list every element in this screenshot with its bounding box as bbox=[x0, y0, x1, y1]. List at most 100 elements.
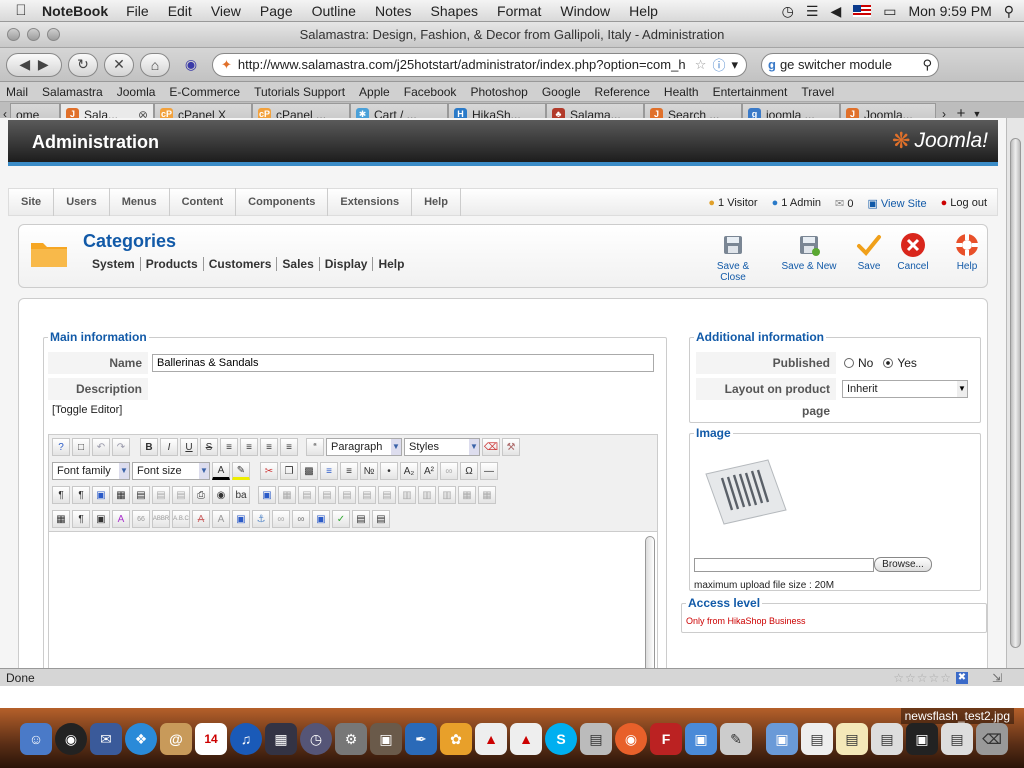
blockquote-icon[interactable]: “ bbox=[306, 438, 324, 456]
editor-content-area[interactable] bbox=[49, 531, 657, 668]
submenu-customers[interactable]: Customers bbox=[204, 257, 278, 271]
editor-help-icon[interactable]: ? bbox=[52, 438, 70, 456]
unlink-icon[interactable]: ∞ bbox=[292, 510, 310, 528]
align-left-icon[interactable]: ≡ bbox=[220, 438, 238, 456]
back-forward-buttons[interactable]: ◀ ▶ bbox=[6, 52, 62, 77]
anchor-icon[interactable]: ⚓ bbox=[252, 510, 270, 528]
replace-icon[interactable]: ≡ bbox=[340, 462, 358, 480]
bookmark-photoshop[interactable]: Photoshop bbox=[470, 85, 527, 99]
italic-icon[interactable]: I bbox=[160, 438, 178, 456]
save-close-button[interactable]: Save & Close bbox=[703, 229, 763, 283]
folder-stack-icon[interactable]: ▣ bbox=[685, 723, 717, 755]
layout-select[interactable]: Inherit ▼ bbox=[842, 380, 968, 398]
insert-time-icon[interactable]: ▤ bbox=[152, 486, 170, 504]
numbered-list-icon[interactable]: № bbox=[360, 462, 378, 480]
dashboard-icon[interactable]: ◉ bbox=[55, 723, 87, 755]
bold-icon[interactable]: B bbox=[140, 438, 158, 456]
font-size-select[interactable]: Font size ▼ bbox=[132, 462, 210, 480]
align-center-icon[interactable]: ≡ bbox=[240, 438, 258, 456]
radio-unchecked-icon[interactable] bbox=[844, 358, 854, 368]
cleanup-broom-icon[interactable]: ⚒ bbox=[502, 438, 520, 456]
spaces-icon[interactable]: ▦ bbox=[265, 723, 297, 755]
itunes-icon[interactable]: ♫ bbox=[230, 723, 262, 755]
styles-select[interactable]: Styles ▼ bbox=[404, 438, 480, 456]
bookmark-ecommerce[interactable]: E-Commerce bbox=[169, 85, 240, 99]
align-right-icon[interactable]: ≡ bbox=[260, 438, 278, 456]
menu-shapes[interactable]: Shapes bbox=[431, 3, 478, 19]
flower-app-icon[interactable]: ✿ bbox=[440, 723, 472, 755]
submenu-system[interactable]: System bbox=[87, 257, 141, 271]
del-icon[interactable]: A bbox=[192, 510, 210, 528]
save-new-button[interactable]: Save & New bbox=[779, 229, 839, 272]
abbr-icon[interactable]: ABBR bbox=[152, 510, 170, 528]
row-after-icon[interactable]: ▤ bbox=[358, 486, 376, 504]
special-char-icon[interactable]: Ω bbox=[460, 462, 478, 480]
highlight-color-icon[interactable]: ✎ bbox=[232, 462, 250, 480]
battery-icon[interactable]: ▭ bbox=[883, 3, 896, 20]
logout-link[interactable]: ● Log out bbox=[941, 197, 987, 209]
apple-menu-icon[interactable]:  bbox=[0, 2, 42, 19]
admin-menu-help[interactable]: Help bbox=[412, 188, 461, 216]
menu-help[interactable]: Help bbox=[629, 3, 658, 19]
admin-menu-content[interactable]: Content bbox=[170, 188, 237, 216]
safari-icon[interactable]: ❖ bbox=[125, 723, 157, 755]
system-preferences-icon[interactable]: ⚙ bbox=[335, 723, 367, 755]
documents-folder-icon[interactable]: ▣ bbox=[766, 723, 798, 755]
joomla-logo[interactable]: ❋ Joomla! bbox=[892, 128, 988, 154]
align-justify-icon[interactable]: ≡ bbox=[280, 438, 298, 456]
image-file-icon[interactable]: ▤ bbox=[941, 723, 973, 755]
cell-props-icon[interactable]: ▤ bbox=[318, 486, 336, 504]
menu-format[interactable]: Format bbox=[497, 3, 541, 19]
admin-menu-extensions[interactable]: Extensions bbox=[328, 188, 413, 216]
delete-row-icon[interactable]: ▤ bbox=[378, 486, 396, 504]
preview-icon[interactable]: ▤ bbox=[580, 723, 612, 755]
bookmark-facebook[interactable]: Facebook bbox=[404, 85, 457, 99]
volume-icon[interactable]: ◀ bbox=[830, 3, 841, 20]
fullscreen-icon[interactable]: ▤ bbox=[352, 510, 370, 528]
spellcheck-icon[interactable]: ✓ bbox=[332, 510, 350, 528]
calendar-icon[interactable]: 14 bbox=[195, 723, 227, 755]
cite-icon[interactable]: 66 bbox=[132, 510, 150, 528]
radio-checked-icon[interactable] bbox=[883, 358, 894, 368]
firefox-icon[interactable]: ◉ bbox=[615, 723, 647, 755]
cancel-button[interactable]: Cancel bbox=[883, 229, 943, 272]
addon-status-icon[interactable]: ✖ bbox=[956, 671, 968, 684]
flag-icon[interactable] bbox=[853, 5, 872, 17]
page-scrollbar[interactable] bbox=[1006, 118, 1024, 668]
spotlight-icon[interactable]: ⚲ bbox=[1004, 3, 1014, 20]
submenu-display[interactable]: Display bbox=[320, 257, 374, 271]
ltr-icon[interactable]: ¶ bbox=[52, 486, 70, 504]
menu-outline[interactable]: Outline bbox=[312, 3, 356, 19]
document-icon[interactable]: ▤ bbox=[836, 723, 868, 755]
finder-icon[interactable]: ☺ bbox=[20, 723, 52, 755]
iphoto-icon[interactable]: ▣ bbox=[370, 723, 402, 755]
strikethrough-icon[interactable]: S bbox=[200, 438, 218, 456]
address-book-icon[interactable]: @ bbox=[160, 723, 192, 755]
url-dropdown-icon[interactable]: ▾ bbox=[731, 57, 738, 73]
menu-page[interactable]: Page bbox=[260, 3, 293, 19]
toggle-editor-link[interactable]: [Toggle Editor] bbox=[52, 404, 122, 416]
addon-button[interactable]: ◉ bbox=[176, 53, 206, 77]
underline-icon[interactable]: U bbox=[180, 438, 198, 456]
copy-icon[interactable]: ❐ bbox=[280, 462, 298, 480]
new-document-icon[interactable]: □ bbox=[72, 438, 90, 456]
insert-date-icon[interactable]: ▤ bbox=[132, 486, 150, 504]
redo-icon[interactable]: ↷ bbox=[112, 438, 130, 456]
template-icon[interactable]: ▦ bbox=[112, 486, 130, 504]
bookmark-apple[interactable]: Apple bbox=[359, 85, 390, 99]
admin-menu-menus[interactable]: Menus bbox=[110, 188, 170, 216]
font-family-select[interactable]: Font family ▼ bbox=[52, 462, 130, 480]
search-icon[interactable]: ⚲ bbox=[922, 57, 932, 73]
messages-status[interactable]: ✉ 0 bbox=[835, 197, 853, 210]
find-icon[interactable]: ≡ bbox=[320, 462, 338, 480]
published-yes-option[interactable]: Yes bbox=[883, 356, 917, 370]
editor-scrollbar[interactable] bbox=[645, 536, 655, 668]
search-box[interactable]: g ge switcher module ⚲ bbox=[761, 52, 939, 77]
menu-window[interactable]: Window bbox=[560, 3, 610, 19]
time-machine-dock-icon[interactable]: ◷ bbox=[300, 723, 332, 755]
bookmark-google[interactable]: Google bbox=[542, 85, 581, 99]
utility-app-icon[interactable]: ✎ bbox=[720, 723, 752, 755]
show-blocks-icon[interactable]: ¶ bbox=[72, 510, 90, 528]
text-color-icon[interactable]: A bbox=[212, 462, 230, 480]
attributes-icon[interactable]: ▣ bbox=[232, 510, 250, 528]
